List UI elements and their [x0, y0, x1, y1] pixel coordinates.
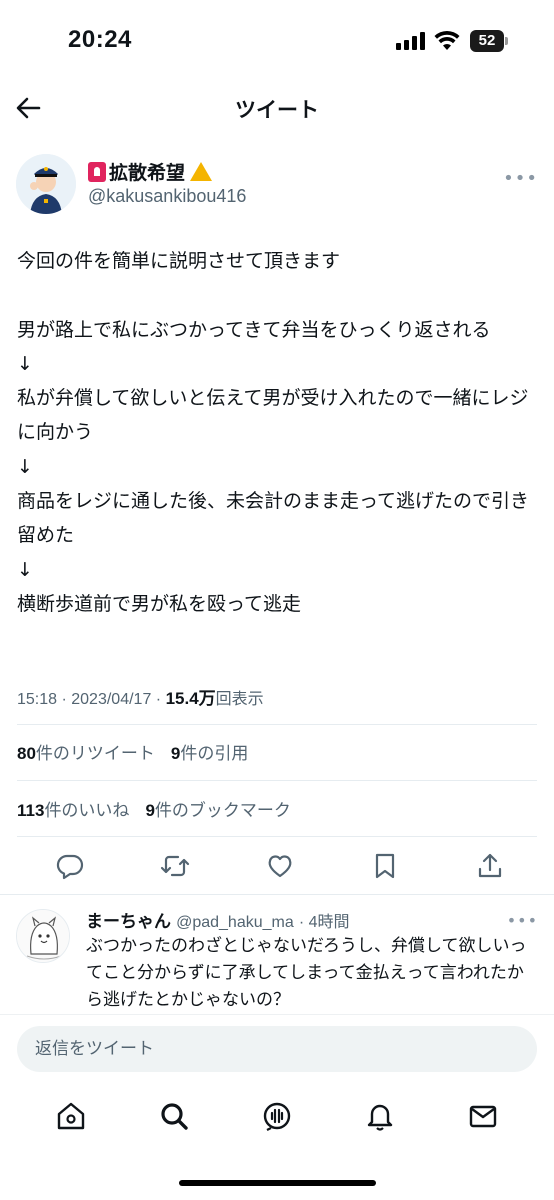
divider [0, 894, 554, 895]
divider [17, 780, 537, 781]
reply-input[interactable] [17, 1026, 537, 1072]
search-icon[interactable] [144, 1086, 204, 1146]
home-icon[interactable] [41, 1086, 101, 1146]
home-indicator[interactable] [179, 1180, 376, 1186]
author-name[interactable]: 拡散希望 [88, 158, 213, 185]
like-icon[interactable] [260, 848, 300, 884]
reply-icon[interactable] [50, 848, 90, 884]
divider [17, 836, 537, 837]
status-bar: 20:24 52 [0, 0, 554, 84]
cellular-signal-icon [396, 32, 426, 50]
reply-more-options-icon[interactable]: ••• [507, 911, 538, 930]
retweets-stat[interactable]: 80件のリツイート [17, 739, 155, 764]
bottom-nav [0, 1086, 554, 1150]
stats-row-retweets: 80件のリツイート 9件の引用 [17, 739, 248, 764]
reply-time: · 4時間 [298, 914, 350, 931]
quotes-stat[interactable]: 9件の引用 [171, 739, 248, 764]
bookmark-icon[interactable] [365, 848, 405, 884]
tweet-text: 今回の件を簡単に説明させて頂きます 男が路上で私にぶつかってきて弁当をひっくり返… [17, 250, 530, 615]
messages-icon[interactable] [453, 1086, 513, 1146]
battery-icon: 52 [470, 30, 508, 52]
avatar[interactable] [16, 154, 76, 214]
tweet-meta: 15:18 · 2023/04/17 · 15.4万回表示 [17, 684, 264, 709]
page-title: ツイート [235, 98, 319, 122]
divider [17, 724, 537, 725]
stats-row-likes: 113件のいいね 9件のブックマーク [17, 796, 291, 821]
author-handle[interactable]: @kakusankibou416 [88, 186, 246, 207]
status-time: 20:24 [68, 26, 132, 53]
share-icon[interactable] [470, 848, 510, 884]
wifi-icon [434, 30, 460, 52]
bookmarks-stat[interactable]: 9件のブックマーク [145, 796, 290, 821]
tweet-actions [50, 848, 510, 888]
view-label: 回表示 [215, 691, 264, 708]
notifications-icon[interactable] [350, 1086, 410, 1146]
warning-icon [190, 162, 213, 181]
reply-author-handle[interactable]: @pad_haku_ma [176, 914, 294, 931]
spaces-icon[interactable] [247, 1086, 307, 1146]
retweet-icon[interactable] [155, 848, 195, 884]
header: ツイート [0, 84, 554, 132]
more-options-icon[interactable]: ••• [503, 168, 538, 189]
tweet-author: 拡散希望 @kakusankibou416 ••• [16, 150, 538, 220]
reply-text: ぶつかったのわざとじゃないだろうし、弁償して欲しいってこと分からずに了承してしま… [86, 936, 527, 1010]
tweet-timestamp[interactable]: 15:18 · 2023/04/17 · [17, 691, 166, 708]
author-name-text: 拡散希望 [109, 162, 186, 184]
likes-stat[interactable]: 113件のいいね [17, 796, 129, 821]
reply-composer [0, 1014, 554, 1084]
rotating-light-icon [88, 161, 106, 182]
view-count: 15.4万 [165, 689, 216, 708]
reply-header: まーちゃん @pad_haku_ma · 4時間 [86, 907, 350, 932]
battery-level: 52 [470, 30, 504, 52]
reply-author-name[interactable]: まーちゃん [86, 912, 171, 932]
reply-avatar[interactable] [16, 909, 70, 963]
